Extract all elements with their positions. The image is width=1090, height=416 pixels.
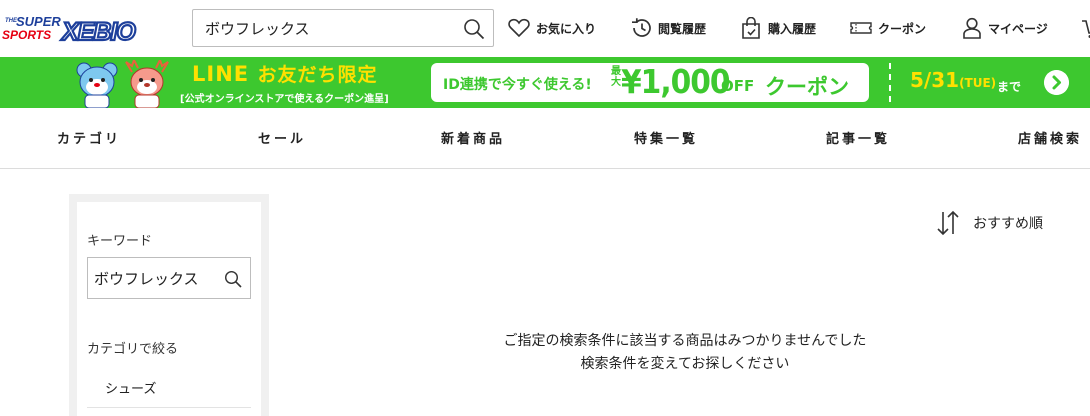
- coupon-link[interactable]: クーポン: [850, 16, 926, 40]
- cart-icon: [1082, 20, 1090, 38]
- category-filter-item-label: シューズ: [105, 382, 157, 397]
- filter-sidebar: キーワード カテゴリで絞る シューズ: [69, 194, 269, 416]
- svg-text:XEBIO: XEBIO: [60, 18, 136, 43]
- nav-sale[interactable]: セール: [258, 128, 306, 147]
- banner-off: OFF: [721, 77, 755, 95]
- no-results-line-1: ご指定の検索条件に該当する商品はみつかりませんでした: [503, 333, 867, 349]
- category-filter-item[interactable]: シューズ: [87, 368, 251, 408]
- banner-title: LINE お友だち限定: [192, 61, 377, 88]
- nav-articles[interactable]: 記事一覧: [826, 128, 890, 147]
- svg-text:SPORTS: SPORTS: [2, 28, 51, 42]
- no-results-message: ご指定の検索条件に該当する商品はみつかりませんでした 検索条件を変えてお探しくだ…: [440, 330, 930, 376]
- mascot-pink-illustration: [125, 60, 169, 108]
- nav-category[interactable]: カテゴリ: [57, 128, 121, 147]
- filter-panel: キーワード カテゴリで絞る シューズ: [77, 202, 261, 416]
- search-input[interactable]: [205, 17, 455, 39]
- category-nav: カテゴリ セール 新着商品 特集一覧 記事一覧 店舗検索: [0, 108, 1090, 169]
- mypage-label: マイページ: [988, 21, 1048, 36]
- search-icon[interactable]: [224, 270, 242, 288]
- purchase-history-label: 購入履歴: [768, 21, 817, 36]
- coupon-label: クーポン: [878, 21, 927, 36]
- favorites-label: お気に入り: [536, 21, 597, 36]
- nav-new-arrivals[interactable]: 新着商品: [441, 128, 505, 147]
- sort-arrows-icon: [937, 210, 959, 236]
- keyword-box: [87, 257, 251, 299]
- category-filter-label: カテゴリで絞る: [87, 342, 179, 357]
- keyword-input[interactable]: [94, 268, 222, 288]
- banner-date: 5/31(TUE): [910, 68, 996, 92]
- banner-until: まで: [997, 80, 1022, 94]
- nav-features[interactable]: 特集一覧: [634, 128, 698, 147]
- nav-store-search[interactable]: 店舗検索: [1018, 128, 1082, 147]
- banner-amount: ¥1,000: [621, 62, 731, 101]
- banner-pill-text: ID連携で今すぐ使える!: [443, 77, 592, 93]
- sort-label: おすすめ順: [973, 216, 1043, 232]
- purchase-history-link[interactable]: 購入履歴: [740, 16, 816, 40]
- history-clock-icon: [632, 18, 651, 37]
- cart-link[interactable]: [1082, 16, 1090, 40]
- shopping-bag-icon: [742, 17, 760, 39]
- banner-divider: [889, 63, 891, 102]
- site-header: THE SUPER SPORTS XEBIO お気に入り 閲覧履歴 購入履歴: [0, 0, 1090, 57]
- banner-title-rest: お友だち限定: [257, 64, 378, 86]
- line-friends-coupon-banner[interactable]: LINE お友だち限定 [公式オンラインストアで使えるクーポン進呈] ID連携で…: [0, 57, 1090, 108]
- history-link[interactable]: 閲覧履歴: [630, 16, 706, 40]
- mascot-blue-illustration: [76, 62, 118, 108]
- banner-subtitle: [公式オンラインストアで使えるクーポン進呈]: [180, 94, 389, 105]
- heart-icon: [508, 18, 530, 38]
- sort-dropdown[interactable]: おすすめ順: [935, 210, 1043, 236]
- history-label: 閲覧履歴: [658, 21, 707, 36]
- banner-coupon-word: クーポン: [765, 75, 849, 99]
- favorites-link[interactable]: お気に入り: [508, 16, 596, 40]
- svg-text:SUPER: SUPER: [16, 14, 61, 29]
- user-icon: [963, 17, 981, 39]
- no-results-line-2: 検索条件を変えてお探しください: [580, 356, 790, 372]
- banner-coupon-pill: ID連携で今すぐ使える! 最大 ¥1,000 OFF クーポン: [431, 62, 869, 102]
- banner-date-day: (TUE): [959, 76, 997, 90]
- search-icon[interactable]: [463, 18, 485, 40]
- search-box: [192, 9, 494, 47]
- banner-title-line: LINE: [192, 62, 250, 86]
- coupon-ticket-icon: [850, 22, 872, 34]
- keyword-label: キーワード: [87, 234, 153, 249]
- banner-date-value: 5/31: [910, 68, 960, 92]
- super-sports-xebio-logo[interactable]: THE SUPER SPORTS XEBIO: [2, 13, 157, 43]
- mypage-link[interactable]: マイページ: [962, 16, 1048, 40]
- chevron-right-icon[interactable]: [1044, 70, 1069, 95]
